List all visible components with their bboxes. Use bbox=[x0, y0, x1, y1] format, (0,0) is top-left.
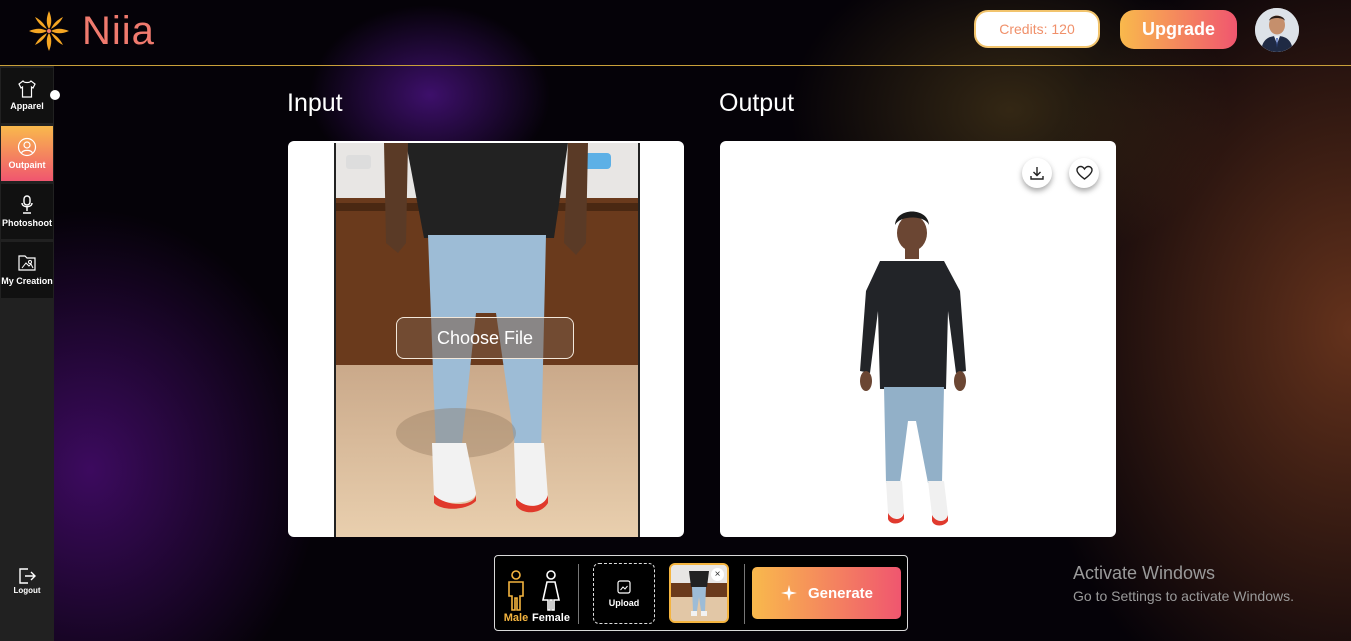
female-label: Female bbox=[532, 612, 570, 624]
watermark-subtitle: Go to Settings to activate Windows. bbox=[1073, 588, 1294, 604]
folder-image-icon bbox=[18, 255, 36, 271]
choose-file-button[interactable]: Choose File bbox=[396, 317, 574, 359]
favorite-button[interactable] bbox=[1069, 158, 1099, 188]
sidebar-collapse-toggle[interactable] bbox=[50, 90, 60, 100]
user-avatar[interactable] bbox=[1255, 8, 1299, 52]
sidebar-item-outpaint[interactable]: Outpaint bbox=[1, 126, 53, 181]
sidebar: Apparel Outpaint Photoshoot My Creation … bbox=[0, 66, 54, 641]
user-photo-icon bbox=[1255, 8, 1299, 52]
generate-label: Generate bbox=[807, 584, 874, 602]
sidebar-item-label: Apparel bbox=[10, 100, 44, 111]
top-header: Niia Credits: 120 Upgrade bbox=[0, 0, 1351, 66]
output-card bbox=[720, 141, 1116, 537]
input-title: Input bbox=[287, 89, 343, 117]
generation-toolbar: Male Female Upload × Generate bbox=[494, 555, 908, 631]
generate-button[interactable]: Generate bbox=[752, 567, 901, 619]
watermark-title: Activate Windows bbox=[1073, 563, 1216, 583]
sidebar-item-photoshoot[interactable]: Photoshoot bbox=[1, 184, 53, 239]
credits-badge[interactable]: Credits: 120 bbox=[974, 10, 1100, 48]
female-figure-icon bbox=[542, 570, 560, 611]
sidebar-item-label: My Creation bbox=[1, 276, 53, 286]
logout-button[interactable]: Logout bbox=[1, 566, 53, 606]
toolbar-divider bbox=[578, 564, 579, 624]
toolbar-divider bbox=[744, 564, 745, 624]
shirt-icon bbox=[18, 79, 36, 98]
upload-image-icon bbox=[617, 579, 631, 594]
sidebar-item-label: Outpaint bbox=[8, 159, 46, 170]
download-icon bbox=[1030, 167, 1044, 180]
logout-label: Logout bbox=[13, 586, 41, 595]
upgrade-button[interactable]: Upgrade bbox=[1120, 10, 1237, 49]
sparkle-icon bbox=[780, 585, 797, 601]
male-label: Male bbox=[503, 612, 529, 624]
sidebar-item-apparel[interactable]: Apparel bbox=[1, 68, 53, 123]
output-title: Output bbox=[719, 89, 795, 117]
mic-person-icon bbox=[21, 194, 33, 214]
windows-activation-watermark: Activate Windows Go to Settings to activ… bbox=[1073, 563, 1294, 604]
flower-logo-icon bbox=[29, 11, 69, 51]
male-figure-icon bbox=[508, 570, 524, 611]
uploaded-thumbnail[interactable]: × bbox=[669, 563, 729, 623]
sidebar-item-my-creation[interactable]: My Creation bbox=[1, 242, 53, 298]
sidebar-item-label: Photoshoot bbox=[2, 217, 52, 228]
male-option[interactable]: Male bbox=[498, 562, 534, 624]
app-logo[interactable]: Niia bbox=[26, 8, 155, 54]
input-card[interactable]: Choose File bbox=[288, 141, 684, 537]
download-button[interactable] bbox=[1022, 158, 1052, 188]
heart-icon bbox=[1075, 165, 1093, 180]
remove-thumbnail-icon[interactable]: × bbox=[711, 568, 724, 581]
female-option[interactable]: Female bbox=[532, 562, 570, 624]
user-circle-icon bbox=[17, 137, 37, 156]
upload-button[interactable]: Upload bbox=[593, 563, 655, 624]
logo-text: Niia bbox=[82, 9, 155, 53]
upload-label: Upload bbox=[608, 597, 640, 608]
logout-icon bbox=[19, 568, 36, 584]
output-person-image bbox=[860, 211, 966, 526]
